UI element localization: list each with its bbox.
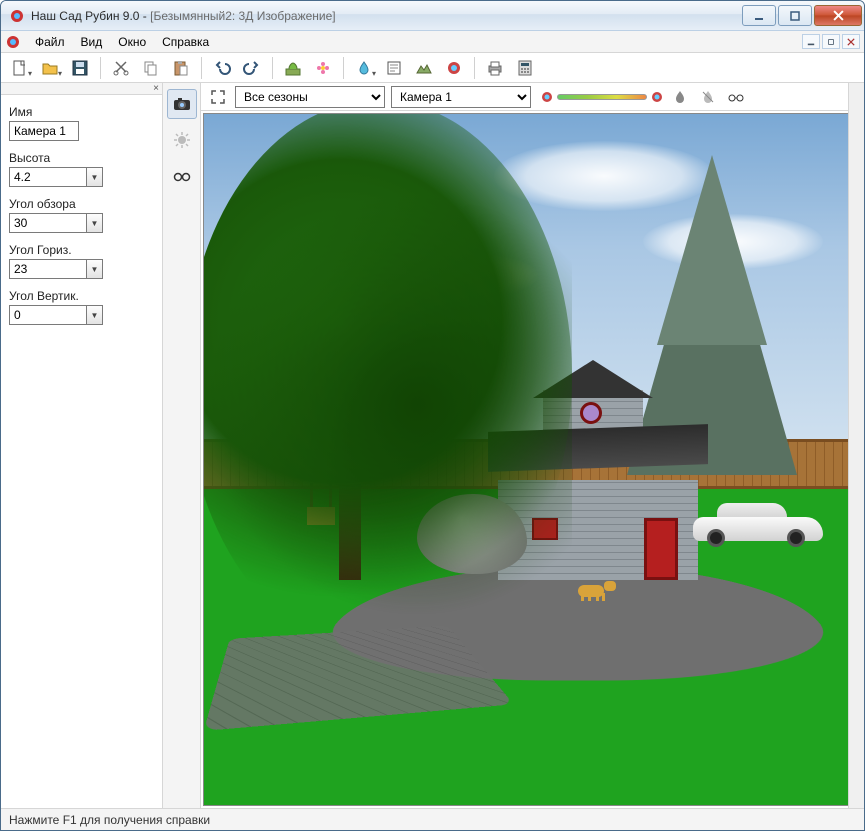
main-area: × Имя Высота ▼ Угол обзора <box>1 83 864 808</box>
toolbar-sep <box>100 57 101 79</box>
menu-view[interactable]: Вид <box>73 33 111 51</box>
titlebar: Наш Сад Рубин 9.0 - [Безымянный2: 3Д Изо… <box>1 1 864 31</box>
open-button[interactable]: ▾ <box>37 55 63 81</box>
height-dropdown-button[interactable]: ▼ <box>87 167 103 187</box>
mdi-restore-button[interactable] <box>822 34 840 49</box>
camera-select[interactable]: Камера 1 <box>391 86 531 108</box>
title-sep: - <box>139 9 150 23</box>
name-input[interactable] <box>9 121 79 141</box>
new-button[interactable]: ▾ <box>7 55 33 81</box>
main-toolbar: ▾ ▾ ▾ <box>1 53 864 83</box>
ver-dropdown-button[interactable]: ▼ <box>87 305 103 325</box>
mdi-minimize-button[interactable] <box>802 34 820 49</box>
toolbar-sep <box>343 57 344 79</box>
calculator-button[interactable] <box>512 55 538 81</box>
quality-low-icon <box>541 91 553 103</box>
field-fov: Угол обзора ▼ <box>9 197 154 233</box>
watering-button[interactable]: ▾ <box>351 55 377 81</box>
dog <box>578 577 612 601</box>
shadow-toggle-button[interactable] <box>669 86 691 108</box>
hor-dropdown-button[interactable]: ▼ <box>87 259 103 279</box>
undo-button[interactable] <box>209 55 235 81</box>
menu-window[interactable]: Окно <box>110 33 154 51</box>
mdi-buttons <box>802 34 860 49</box>
droplet-icon <box>672 89 688 105</box>
title-doc: [Безымянный2: 3Д Изображение] <box>150 9 335 23</box>
quality-slider[interactable] <box>557 94 647 100</box>
paste-button[interactable] <box>168 55 194 81</box>
panel-close-button[interactable]: × <box>153 83 159 94</box>
status-text: Нажмите F1 для получения справки <box>9 813 210 827</box>
hor-label: Угол Гориз. <box>9 243 154 257</box>
field-height: Высота ▼ <box>9 151 154 187</box>
deciduous-tree <box>203 113 572 653</box>
close-button[interactable] <box>814 5 862 26</box>
house-door <box>644 518 678 580</box>
side-tools <box>163 83 201 808</box>
droplet-off-icon <box>700 89 716 105</box>
window-buttons <box>740 5 862 26</box>
fit-view-button[interactable] <box>207 86 229 108</box>
3d-viewport[interactable] <box>203 113 850 806</box>
toolbar-sep <box>201 57 202 79</box>
glasses-small-icon <box>727 89 745 105</box>
title-app: Наш Сад Рубин 9.0 <box>31 9 139 23</box>
name-label: Имя <box>9 105 154 119</box>
flowers-button[interactable] <box>310 55 336 81</box>
camera-icon <box>172 94 192 114</box>
rain-toggle-button[interactable] <box>697 86 719 108</box>
doc-icon <box>5 34 21 50</box>
season-select[interactable]: Все сезоны <box>235 86 385 108</box>
fov-dropdown-button[interactable]: ▼ <box>87 213 103 233</box>
app-window: Наш Сад Рубин 9.0 - [Безымянный2: 3Д Изо… <box>0 0 865 831</box>
fov-label: Угол обзора <box>9 197 154 211</box>
field-ver-angle: Угол Вертик. ▼ <box>9 289 154 325</box>
vertical-scrollbar[interactable] <box>848 83 864 808</box>
menu-file[interactable]: Файл <box>27 33 73 51</box>
panel-body: Имя Высота ▼ Угол обзора ▼ <box>1 95 162 335</box>
sun-tool-button[interactable] <box>167 125 197 155</box>
field-hor-angle: Угол Гориз. ▼ <box>9 243 154 279</box>
app-icon <box>9 8 25 24</box>
ver-input[interactable] <box>9 305 87 325</box>
terrain-button[interactable] <box>411 55 437 81</box>
save-button[interactable] <box>67 55 93 81</box>
quality-high-icon <box>651 91 663 103</box>
copy-button[interactable] <box>138 55 164 81</box>
ver-label: Угол Вертик. <box>9 289 154 303</box>
camera-tool-button[interactable] <box>167 89 197 119</box>
maximize-button[interactable] <box>778 5 812 26</box>
toolbar-sep <box>474 57 475 79</box>
window-title: Наш Сад Рубин 9.0 - [Безымянный2: 3Д Изо… <box>31 9 740 23</box>
fov-input[interactable] <box>9 213 87 233</box>
stereo-toggle-button[interactable] <box>725 86 747 108</box>
hor-input[interactable] <box>9 259 87 279</box>
print-button[interactable] <box>482 55 508 81</box>
cut-button[interactable] <box>108 55 134 81</box>
plants-button[interactable] <box>280 55 306 81</box>
height-label: Высота <box>9 151 154 165</box>
statusbar: Нажмите F1 для получения справки <box>1 808 864 830</box>
properties-panel: × Имя Высота ▼ Угол обзора <box>1 83 163 808</box>
height-input[interactable] <box>9 167 87 187</box>
quality-slider-group <box>541 91 663 103</box>
glasses-icon <box>172 166 192 186</box>
view-toolbar: Все сезоны Камера 1 <box>201 83 864 111</box>
note-button[interactable] <box>381 55 407 81</box>
car <box>693 501 823 547</box>
minimize-button[interactable] <box>742 5 776 26</box>
mdi-close-button[interactable] <box>842 34 860 49</box>
redo-button[interactable] <box>239 55 265 81</box>
toolbar-sep <box>272 57 273 79</box>
panel-header: × <box>1 83 162 95</box>
render-button[interactable] <box>441 55 467 81</box>
menu-help[interactable]: Справка <box>154 33 217 51</box>
viewport-column: Все сезоны Камера 1 <box>201 83 864 808</box>
menubar: Файл Вид Окно Справка <box>1 31 864 53</box>
walk-tool-button[interactable] <box>167 161 197 191</box>
sun-icon <box>172 130 192 150</box>
field-name: Имя <box>9 105 154 141</box>
